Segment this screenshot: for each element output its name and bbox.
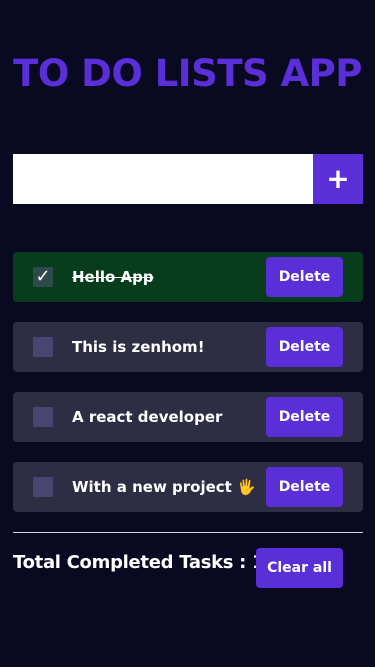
clear-all-button[interactable]: Clear all [256,548,343,588]
divider [13,532,363,533]
check-icon: ✓ [35,266,51,287]
task-checkbox[interactable] [33,407,53,427]
task-checkbox[interactable] [33,337,53,357]
task-input[interactable] [13,154,313,204]
app-title: TO DO LISTS APP [13,52,362,95]
total-completed-label: Total Completed Tasks : 1 [13,552,265,573]
task-item: With a new project 🖐 Delete [13,462,363,512]
task-text: Hello App [72,268,154,286]
task-checkbox[interactable] [33,477,53,497]
task-input-row: + [13,154,363,204]
task-text: With a new project 🖐 [72,478,256,496]
delete-button[interactable]: Delete [266,467,343,507]
task-text: A react developer [72,408,223,426]
delete-button[interactable]: Delete [266,257,343,297]
add-task-button[interactable]: + [313,154,363,204]
delete-button[interactable]: Delete [266,397,343,437]
task-item: This is zenhom! Delete [13,322,363,372]
task-item: A react developer Delete [13,392,363,442]
task-item: ✓ Hello App Delete [13,252,363,302]
task-list: ✓ Hello App Delete This is zenhom! Delet… [13,252,363,532]
delete-button[interactable]: Delete [266,327,343,367]
task-text: This is zenhom! [72,338,205,356]
task-checkbox[interactable]: ✓ [33,267,53,287]
